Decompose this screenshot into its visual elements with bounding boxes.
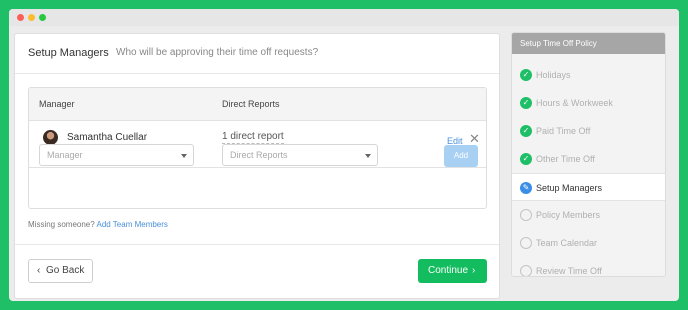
direct-reports-select-placeholder: Direct Reports xyxy=(230,150,288,160)
check-circle-icon: ✓ xyxy=(520,97,532,109)
check-circle-icon: ✓ xyxy=(520,69,532,81)
step-label: Setup Managers xyxy=(536,183,603,193)
table-header: Manager Direct Reports xyxy=(29,88,486,121)
chevron-left-icon: ‹ xyxy=(37,265,41,276)
step-setup-managers[interactable]: ✎ Setup Managers xyxy=(512,173,665,201)
manager-name: Samantha Cuellar xyxy=(67,132,148,143)
step-team-calendar[interactable]: Team Calendar xyxy=(512,229,665,257)
empty-circle-icon xyxy=(520,209,532,221)
step-label: Holidays xyxy=(536,70,571,80)
managers-table: Manager Direct Reports Samantha Cuellar … xyxy=(28,87,487,209)
check-circle-icon: ✓ xyxy=(520,125,532,137)
pencil-circle-icon: ✎ xyxy=(520,182,532,194)
missing-someone-note: Missing someone? Add Team Members xyxy=(28,220,168,229)
step-policy-members[interactable]: Policy Members xyxy=(512,201,665,229)
direct-reports-select[interactable]: Direct Reports xyxy=(222,144,378,166)
chevron-down-icon xyxy=(365,154,371,158)
setup-steps-sidebar: Setup Time Off Policy ✓ Holidays ✓ Hours… xyxy=(511,32,666,277)
chevron-right-icon: › xyxy=(472,265,476,276)
manager-select[interactable]: Manager xyxy=(39,144,194,166)
sidebar-title: Setup Time Off Policy xyxy=(520,39,597,48)
avatar xyxy=(43,130,58,145)
add-team-members-link[interactable]: Add Team Members xyxy=(96,220,167,229)
step-hours-workweek[interactable]: ✓ Hours & Workweek xyxy=(512,89,665,117)
empty-circle-icon xyxy=(520,265,532,276)
column-header-manager: Manager xyxy=(39,99,75,109)
panel-footer: ‹ Go Back Continue › xyxy=(15,244,499,300)
check-circle-icon: ✓ xyxy=(520,153,532,165)
sidebar-header: Setup Time Off Policy xyxy=(512,33,665,54)
step-label: Hours & Workweek xyxy=(536,98,613,108)
chevron-down-icon xyxy=(181,154,187,158)
minimize-window-button[interactable] xyxy=(28,14,35,21)
continue-button[interactable]: Continue › xyxy=(418,259,487,283)
close-window-button[interactable] xyxy=(17,14,24,21)
go-back-button[interactable]: ‹ Go Back xyxy=(28,259,93,283)
continue-label: Continue xyxy=(428,265,469,276)
step-label: Team Calendar xyxy=(536,238,598,248)
step-label: Other Time Off xyxy=(536,154,595,164)
step-holidays[interactable]: ✓ Holidays xyxy=(512,61,665,89)
add-button[interactable]: Add xyxy=(444,145,478,167)
missing-someone-text: Missing someone? xyxy=(28,220,95,229)
page-title: Setup Managers xyxy=(28,47,109,59)
column-header-direct-reports: Direct Reports xyxy=(222,99,280,109)
title-bar xyxy=(9,9,679,26)
step-label: Review Time Off xyxy=(536,266,602,276)
empty-circle-icon xyxy=(520,237,532,249)
app-window: Setup Managers Who will be approving the… xyxy=(9,9,679,301)
panel-header: Setup Managers Who will be approving the… xyxy=(15,34,499,74)
main-panel: Setup Managers Who will be approving the… xyxy=(14,33,500,299)
direct-reports-link[interactable]: 1 direct report xyxy=(222,131,284,144)
step-other-time-off[interactable]: ✓ Other Time Off xyxy=(512,145,665,173)
maximize-window-button[interactable] xyxy=(39,14,46,21)
manager-select-placeholder: Manager xyxy=(47,150,83,160)
step-paid-time-off[interactable]: ✓ Paid Time Off xyxy=(512,117,665,145)
step-review-time-off[interactable]: Review Time Off xyxy=(512,257,665,276)
go-back-label: Go Back xyxy=(46,265,85,276)
step-label: Paid Time Off xyxy=(536,126,591,136)
page-subtitle: Who will be approving their time off req… xyxy=(116,47,319,58)
close-icon[interactable]: ✕ xyxy=(469,132,480,145)
step-label: Policy Members xyxy=(536,210,601,220)
